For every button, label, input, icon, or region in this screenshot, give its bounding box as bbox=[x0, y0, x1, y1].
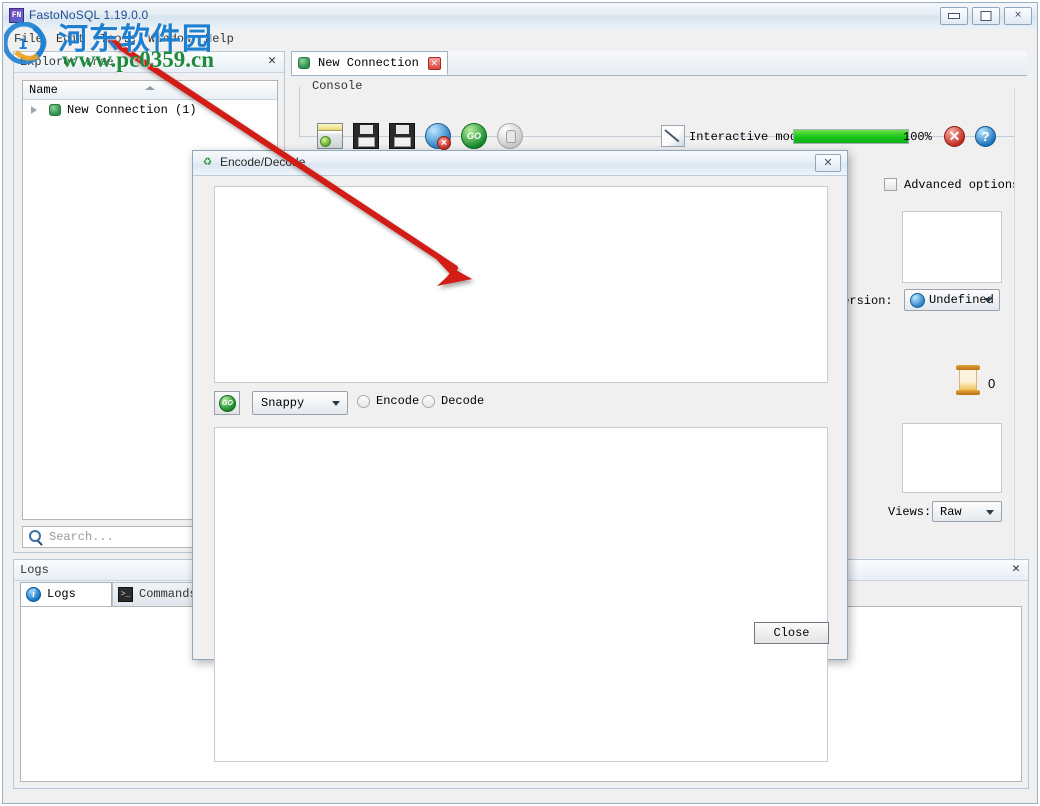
advanced-options-checkbox[interactable] bbox=[884, 178, 897, 191]
window-controls: ✕ bbox=[940, 7, 1032, 25]
minimize-icon bbox=[948, 13, 960, 19]
connection-settings-box[interactable] bbox=[902, 211, 1002, 283]
window-title: FastoNoSQL 1.19.0.0 bbox=[29, 8, 149, 22]
tab-commands-label: Commands bbox=[139, 587, 197, 601]
info-icon: i bbox=[26, 587, 41, 602]
hourglass-icon bbox=[956, 365, 980, 395]
search-icon bbox=[29, 530, 41, 542]
tab-label: New Connection bbox=[318, 56, 419, 70]
explorer-dock-close-icon[interactable]: ✕ bbox=[265, 54, 279, 68]
menu-file[interactable]: File bbox=[9, 31, 48, 47]
dialog-output-textarea[interactable] bbox=[214, 427, 828, 762]
dialog-close-button[interactable]: Close bbox=[754, 622, 829, 644]
advanced-options-label: Advanced options bbox=[904, 178, 1020, 192]
menu-edit[interactable]: Edit bbox=[51, 31, 90, 47]
tree-column-header[interactable]: Name bbox=[23, 81, 277, 100]
save-as-icon[interactable] bbox=[389, 123, 415, 149]
progress-bar bbox=[793, 129, 909, 144]
tab-new-connection[interactable]: New Connection ✕ bbox=[291, 51, 448, 75]
tab-logs-label: Logs bbox=[47, 587, 76, 601]
radio-decode-label: Decode bbox=[441, 394, 485, 408]
hourglass-bottom bbox=[956, 390, 980, 395]
recycle-icon: ♻ bbox=[203, 154, 212, 170]
stop-hand-icon[interactable] bbox=[497, 123, 523, 149]
connection-icon bbox=[298, 57, 310, 69]
app-icon: FN bbox=[9, 8, 24, 23]
tree-item-label: New Connection (1) bbox=[67, 103, 197, 117]
views-label: Views: bbox=[888, 505, 932, 519]
save-icon[interactable] bbox=[353, 123, 379, 149]
results-box[interactable] bbox=[902, 423, 1002, 493]
menu-help[interactable]: Help bbox=[200, 31, 239, 47]
new-window-icon[interactable] bbox=[317, 123, 343, 149]
console-toolbar: GO bbox=[317, 123, 523, 150]
application-root: FN FastoNoSQL 1.19.0.0 ✕ File Edit Tools… bbox=[0, 0, 1040, 806]
progress-percent-label: 100% bbox=[903, 130, 932, 144]
minimize-button[interactable] bbox=[940, 7, 968, 25]
views-value: Raw bbox=[940, 504, 962, 519]
search-placeholder: Search... bbox=[49, 530, 114, 544]
maximize-button[interactable] bbox=[972, 7, 1000, 25]
help-icon[interactable]: ? bbox=[975, 126, 996, 147]
console-group-label: Console bbox=[308, 79, 367, 93]
dialog-input-textarea[interactable] bbox=[214, 186, 828, 383]
tree-column-name-label: Name bbox=[29, 83, 58, 97]
dialog-controls-row: GO Snappy Encode Decode bbox=[214, 391, 828, 417]
tab-close-icon[interactable]: ✕ bbox=[427, 57, 441, 70]
algorithm-value: Snappy bbox=[261, 396, 305, 410]
chevron-down-icon bbox=[986, 509, 994, 515]
chevron-right-icon[interactable] bbox=[31, 106, 37, 114]
console-icon: >_ bbox=[118, 587, 133, 602]
connection-icon bbox=[49, 104, 61, 116]
interactive-mode-label: Interactive mode bbox=[689, 130, 805, 144]
tab-logs[interactable]: i Logs bbox=[20, 582, 112, 606]
execute-stop-icon[interactable] bbox=[425, 123, 451, 150]
close-button[interactable]: ✕ bbox=[1004, 7, 1032, 25]
go-icon: GO bbox=[219, 395, 236, 412]
chevron-down-icon bbox=[984, 298, 992, 303]
close-icon: ✕ bbox=[1014, 9, 1022, 22]
connection-tabstrip: New Connection ✕ bbox=[291, 51, 1027, 76]
dialog-close-icon[interactable]: ✕ bbox=[815, 154, 841, 172]
globe-icon bbox=[910, 293, 925, 308]
menubar: File Edit Tools Window Help bbox=[3, 29, 1037, 49]
window-titlebar: FN FastoNoSQL 1.19.0.0 ✕ bbox=[3, 3, 1037, 30]
radio-encode-button[interactable] bbox=[357, 395, 370, 408]
menu-tools[interactable]: Tools bbox=[95, 31, 141, 47]
maximize-icon bbox=[980, 11, 992, 21]
tabstrip-filler bbox=[435, 51, 1027, 74]
go-icon[interactable]: GO bbox=[461, 123, 487, 149]
error-icon[interactable]: ✕ bbox=[944, 126, 965, 147]
explorer-dock-header: Explorer tree ✕ bbox=[14, 52, 284, 73]
logs-dock-close-icon[interactable]: ✕ bbox=[1009, 562, 1023, 576]
radio-decode-button[interactable] bbox=[422, 395, 435, 408]
interactive-mode-icon bbox=[661, 125, 685, 147]
tree-item-new-connection[interactable]: New Connection (1) bbox=[23, 100, 277, 120]
chevron-down-icon bbox=[332, 401, 340, 406]
hourglass-body bbox=[959, 370, 977, 390]
logs-dock-title: Logs bbox=[20, 563, 49, 577]
dialog-title: Encode/Decode bbox=[220, 155, 306, 169]
dialog-titlebar: ♻ Encode/Decode ✕ bbox=[193, 151, 847, 176]
sort-ascending-icon bbox=[145, 86, 155, 90]
explorer-dock-title: Explorer tree bbox=[20, 55, 114, 69]
menu-window[interactable]: Window bbox=[143, 31, 196, 47]
progress-bar-fill bbox=[794, 130, 908, 143]
views-select[interactable]: Raw bbox=[932, 501, 1002, 522]
algorithm-select[interactable]: Snappy bbox=[252, 391, 348, 415]
encode-decode-dialog: ♻ Encode/Decode ✕ GO Snappy Encode Decod… bbox=[192, 150, 848, 762]
radio-encode-label: Encode bbox=[376, 394, 420, 408]
counter-value: 0 bbox=[988, 376, 996, 391]
version-select[interactable]: Undefined bbox=[904, 289, 1000, 311]
dialog-run-button[interactable]: GO bbox=[214, 391, 240, 415]
right-rail bbox=[1014, 87, 1027, 563]
